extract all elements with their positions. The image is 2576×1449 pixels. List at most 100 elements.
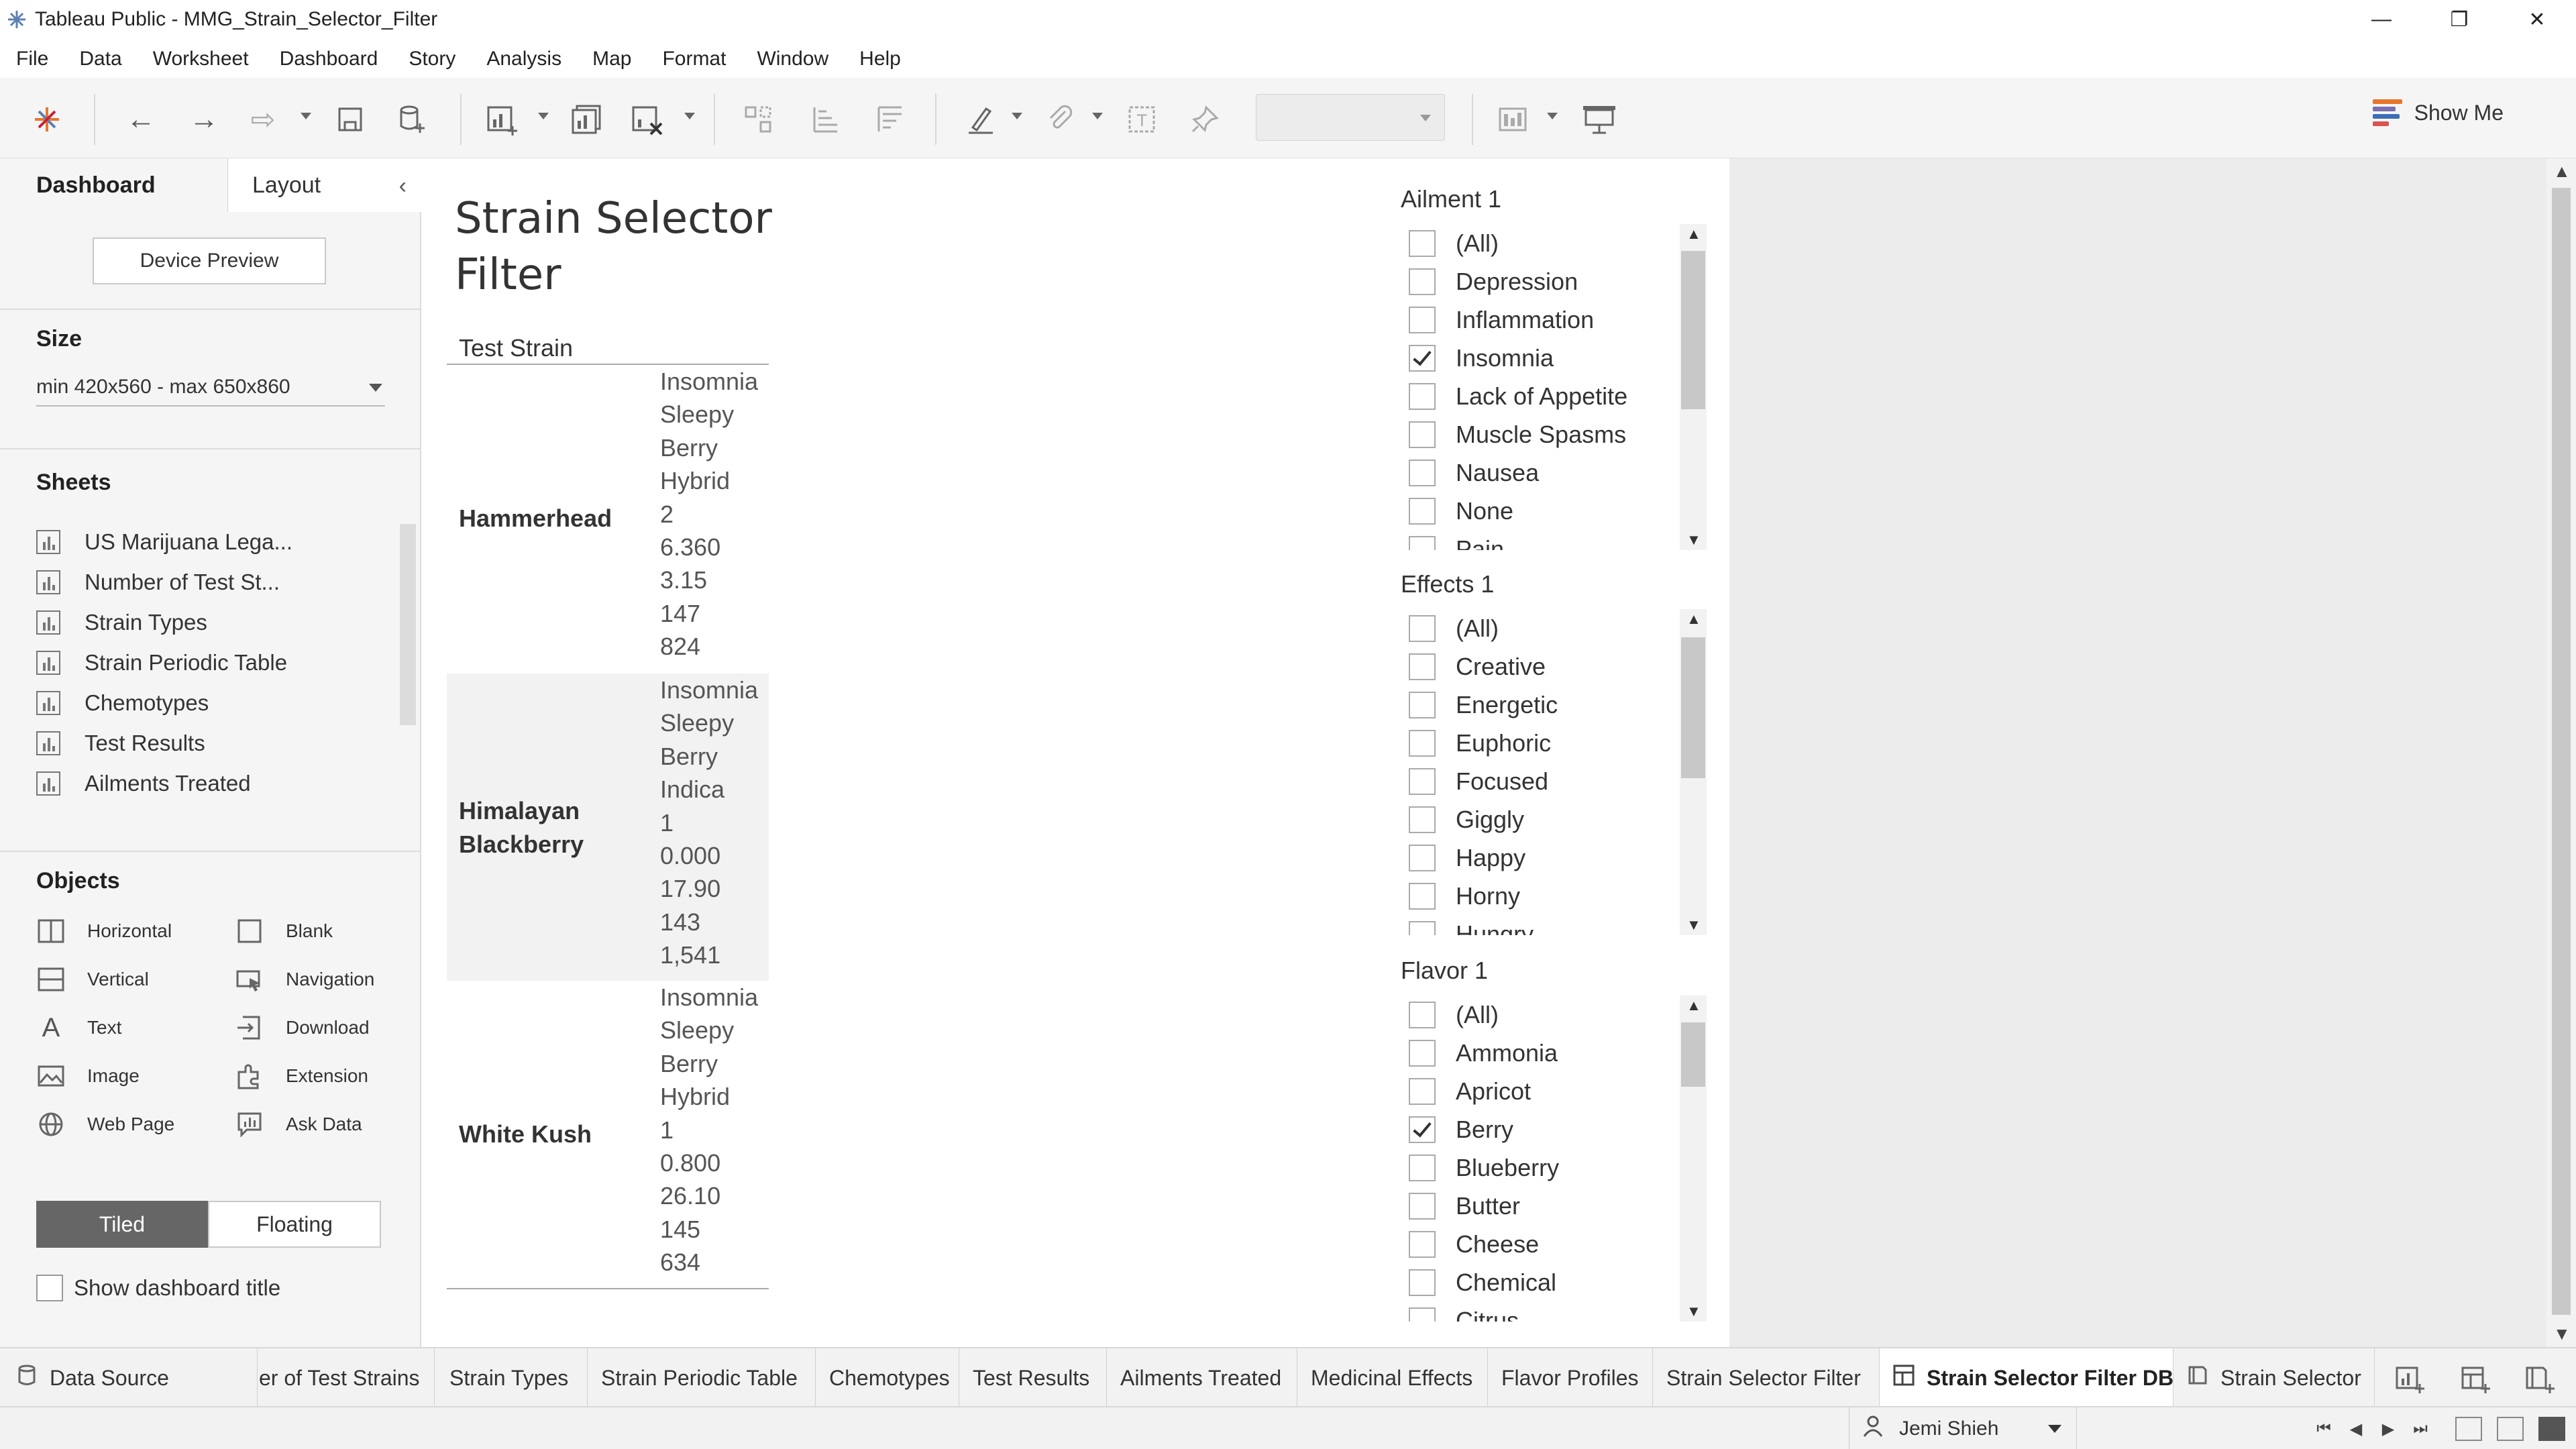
text-label-icon[interactable]: T — [1122, 99, 1162, 140]
group-icon[interactable] — [738, 99, 778, 140]
sheet-item[interactable]: Ailments Treated — [36, 765, 251, 802]
filter-option[interactable]: Insomnia — [1409, 339, 1677, 377]
filter-option[interactable]: Nausea — [1409, 453, 1677, 492]
new-worksheet-icon[interactable] — [482, 99, 522, 140]
show-cards-icon[interactable] — [1499, 99, 1539, 140]
object-blank[interactable]: Blank — [235, 911, 333, 951]
presentation-mode-icon[interactable] — [1579, 99, 1619, 140]
sheets-scrollbar[interactable] — [400, 524, 416, 725]
filter-option[interactable]: Pain — [1409, 530, 1677, 550]
collapse-pane-icon[interactable]: ‹ — [399, 173, 407, 199]
filter-option[interactable]: Cheese — [1409, 1225, 1677, 1263]
tab-data-source[interactable]: Data Source — [0, 1348, 258, 1407]
menu-window[interactable]: Window — [757, 48, 828, 70]
scroll-up-icon[interactable]: ▲ — [2553, 161, 2571, 182]
filter-option[interactable]: Euphoric — [1409, 724, 1677, 762]
save-icon[interactable] — [330, 99, 370, 140]
filter-option[interactable]: (All) — [1409, 996, 1677, 1034]
sheet-tab[interactable]: Strain Selector Filter — [1653, 1348, 1880, 1407]
strain-row[interactable]: Himalayan Blackberry Insomnia Sleepy Ber… — [447, 674, 769, 981]
object-horizontal[interactable]: Horizontal — [36, 911, 172, 951]
object-web-page[interactable]: Web Page — [36, 1104, 174, 1144]
sheet-tab[interactable]: Ailments Treated — [1107, 1348, 1297, 1407]
sheet-item[interactable]: Number of Test St... — [36, 564, 280, 601]
filter-option[interactable]: Happy — [1409, 839, 1677, 877]
user-menu[interactable]: Jemi Shieh — [1849, 1407, 2077, 1449]
filter-option[interactable]: Focused — [1409, 762, 1677, 800]
highlight-icon[interactable] — [961, 99, 1001, 140]
first-page-icon[interactable]: ⏮ — [2308, 1419, 2340, 1438]
scroll-down-icon[interactable]: ▼ — [1686, 916, 1701, 934]
next-page-icon[interactable]: ▶ — [2372, 1419, 2404, 1439]
menu-dashboard[interactable]: Dashboard — [280, 48, 378, 70]
show-me-button[interactable]: Show Me — [2372, 99, 2504, 126]
restore-button[interactable]: ❐ — [2420, 0, 2498, 39]
sort-ascending-icon[interactable] — [805, 99, 845, 140]
filter-option[interactable]: Depression — [1409, 262, 1677, 301]
object-ask-data[interactable]: Ask Data — [235, 1104, 362, 1144]
menu-analysis[interactable]: Analysis — [486, 48, 561, 70]
sheet-item[interactable]: Strain Types — [36, 604, 207, 641]
filter-option[interactable]: Horny — [1409, 877, 1677, 915]
filter-option[interactable]: Ammonia — [1409, 1034, 1677, 1072]
sheet-tab[interactable]: Flavor Profiles — [1488, 1348, 1653, 1407]
pin-icon[interactable] — [1185, 99, 1225, 140]
clear-sheet-icon[interactable] — [627, 99, 667, 140]
filter-option[interactable]: Citrus — [1409, 1301, 1677, 1322]
sheet-item[interactable]: Strain Periodic Table — [36, 644, 287, 682]
scroll-down-icon[interactable]: ▼ — [1686, 1303, 1701, 1320]
menu-map[interactable]: Map — [592, 48, 631, 70]
redo-icon[interactable]: → — [184, 99, 224, 140]
scroll-down-icon[interactable]: ▼ — [2553, 1324, 2571, 1344]
effects-filter-scrollbar[interactable]: ▲ ▼ — [1680, 609, 1707, 935]
sheet-tab[interactable]: er of Test Strains — [259, 1348, 435, 1407]
object-image[interactable]: Image — [36, 1056, 140, 1096]
duplicate-sheet-icon[interactable] — [566, 99, 606, 140]
previous-page-icon[interactable]: ◀ — [2340, 1419, 2372, 1439]
filmstrip-view-icon[interactable] — [2497, 1417, 2524, 1441]
new-story-tab-icon[interactable] — [2522, 1360, 2559, 1397]
sort-descending-icon[interactable] — [869, 99, 910, 140]
filter-option[interactable]: Berry — [1409, 1110, 1677, 1148]
object-navigation[interactable]: Navigation — [235, 959, 374, 1000]
filter-option[interactable]: Lack of Appetite — [1409, 377, 1677, 415]
sheet-item[interactable]: US Marijuana Lega... — [36, 523, 292, 561]
filter-option[interactable]: Muscle Spasms — [1409, 415, 1677, 453]
active-dashboard-tab[interactable]: Strain Selector Filter DB — [1880, 1348, 2174, 1407]
fit-dropdown[interactable] — [1256, 94, 1445, 141]
new-worksheet-tab-icon[interactable] — [2392, 1360, 2428, 1397]
strain-row[interactable]: White Kush Insomnia Sleepy Berry Hybrid … — [447, 981, 769, 1288]
size-dropdown[interactable]: min 420x560 - max 650x860 — [36, 369, 385, 407]
object-download[interactable]: Download — [235, 1008, 370, 1048]
tableau-logo-icon[interactable] — [27, 99, 67, 140]
object-vertical[interactable]: Vertical — [36, 959, 149, 1000]
attach-icon[interactable] — [1040, 99, 1080, 140]
menu-format[interactable]: Format — [662, 48, 726, 70]
ailment-filter-scrollbar[interactable]: ▲ ▼ — [1680, 224, 1707, 550]
menu-story[interactable]: Story — [409, 48, 455, 70]
minimize-button[interactable]: — — [2343, 0, 2420, 39]
story-tab[interactable]: Strain Selector — [2174, 1348, 2375, 1407]
object-text[interactable]: A Text — [36, 1008, 122, 1048]
sheet-item[interactable]: Chemotypes — [36, 684, 209, 722]
filter-option[interactable]: Apricot — [1409, 1072, 1677, 1110]
flavor-filter-scrollbar[interactable]: ▲ ▼ — [1680, 996, 1707, 1322]
scroll-up-icon[interactable]: ▲ — [1686, 610, 1701, 628]
menu-file[interactable]: File — [16, 48, 48, 70]
sheet-tab[interactable]: Medicinal Effects — [1297, 1348, 1488, 1407]
tabs-view-icon[interactable] — [2538, 1417, 2565, 1441]
scroll-up-icon[interactable]: ▲ — [1686, 225, 1701, 243]
filter-option[interactable]: None — [1409, 492, 1677, 530]
filter-option[interactable]: Blueberry — [1409, 1148, 1677, 1187]
menu-help[interactable]: Help — [859, 48, 901, 70]
device-preview-button[interactable]: Device Preview — [93, 237, 326, 284]
sheet-tab[interactable]: Chemotypes — [816, 1348, 959, 1407]
sheet-tab[interactable]: Strain Types — [436, 1348, 588, 1407]
grid-view-icon[interactable] — [2455, 1417, 2482, 1441]
object-extension[interactable]: Extension — [235, 1056, 368, 1096]
last-page-icon[interactable]: ⏭ — [2404, 1419, 2436, 1438]
floating-toggle[interactable]: Floating — [208, 1201, 381, 1248]
filter-option[interactable]: Hungry — [1409, 915, 1677, 935]
filter-option[interactable]: Energetic — [1409, 686, 1677, 724]
filter-option[interactable]: Creative — [1409, 647, 1677, 686]
